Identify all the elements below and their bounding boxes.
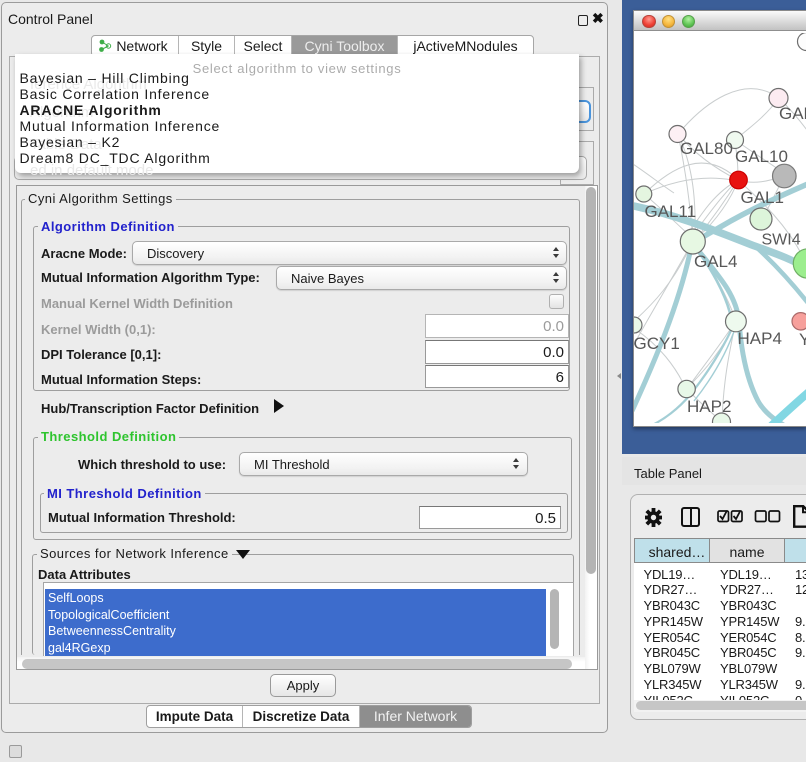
svg-text:GAL10: GAL10	[735, 147, 788, 166]
svg-text:GAL4: GAL4	[694, 252, 737, 271]
svg-text:SWI4: SWI4	[762, 232, 801, 249]
svg-text:GAL1: GAL1	[741, 188, 784, 207]
svg-text:GCY1: GCY1	[634, 334, 680, 353]
svg-text:HAP4: HAP4	[738, 329, 782, 348]
svg-text:GAL80: GAL80	[680, 139, 733, 158]
svg-text:HAP2: HAP2	[687, 397, 731, 416]
svg-text:GAL11: GAL11	[645, 202, 697, 221]
svg-text:Y: Y	[799, 330, 806, 349]
svg-text:GAL: GAL	[779, 104, 806, 123]
